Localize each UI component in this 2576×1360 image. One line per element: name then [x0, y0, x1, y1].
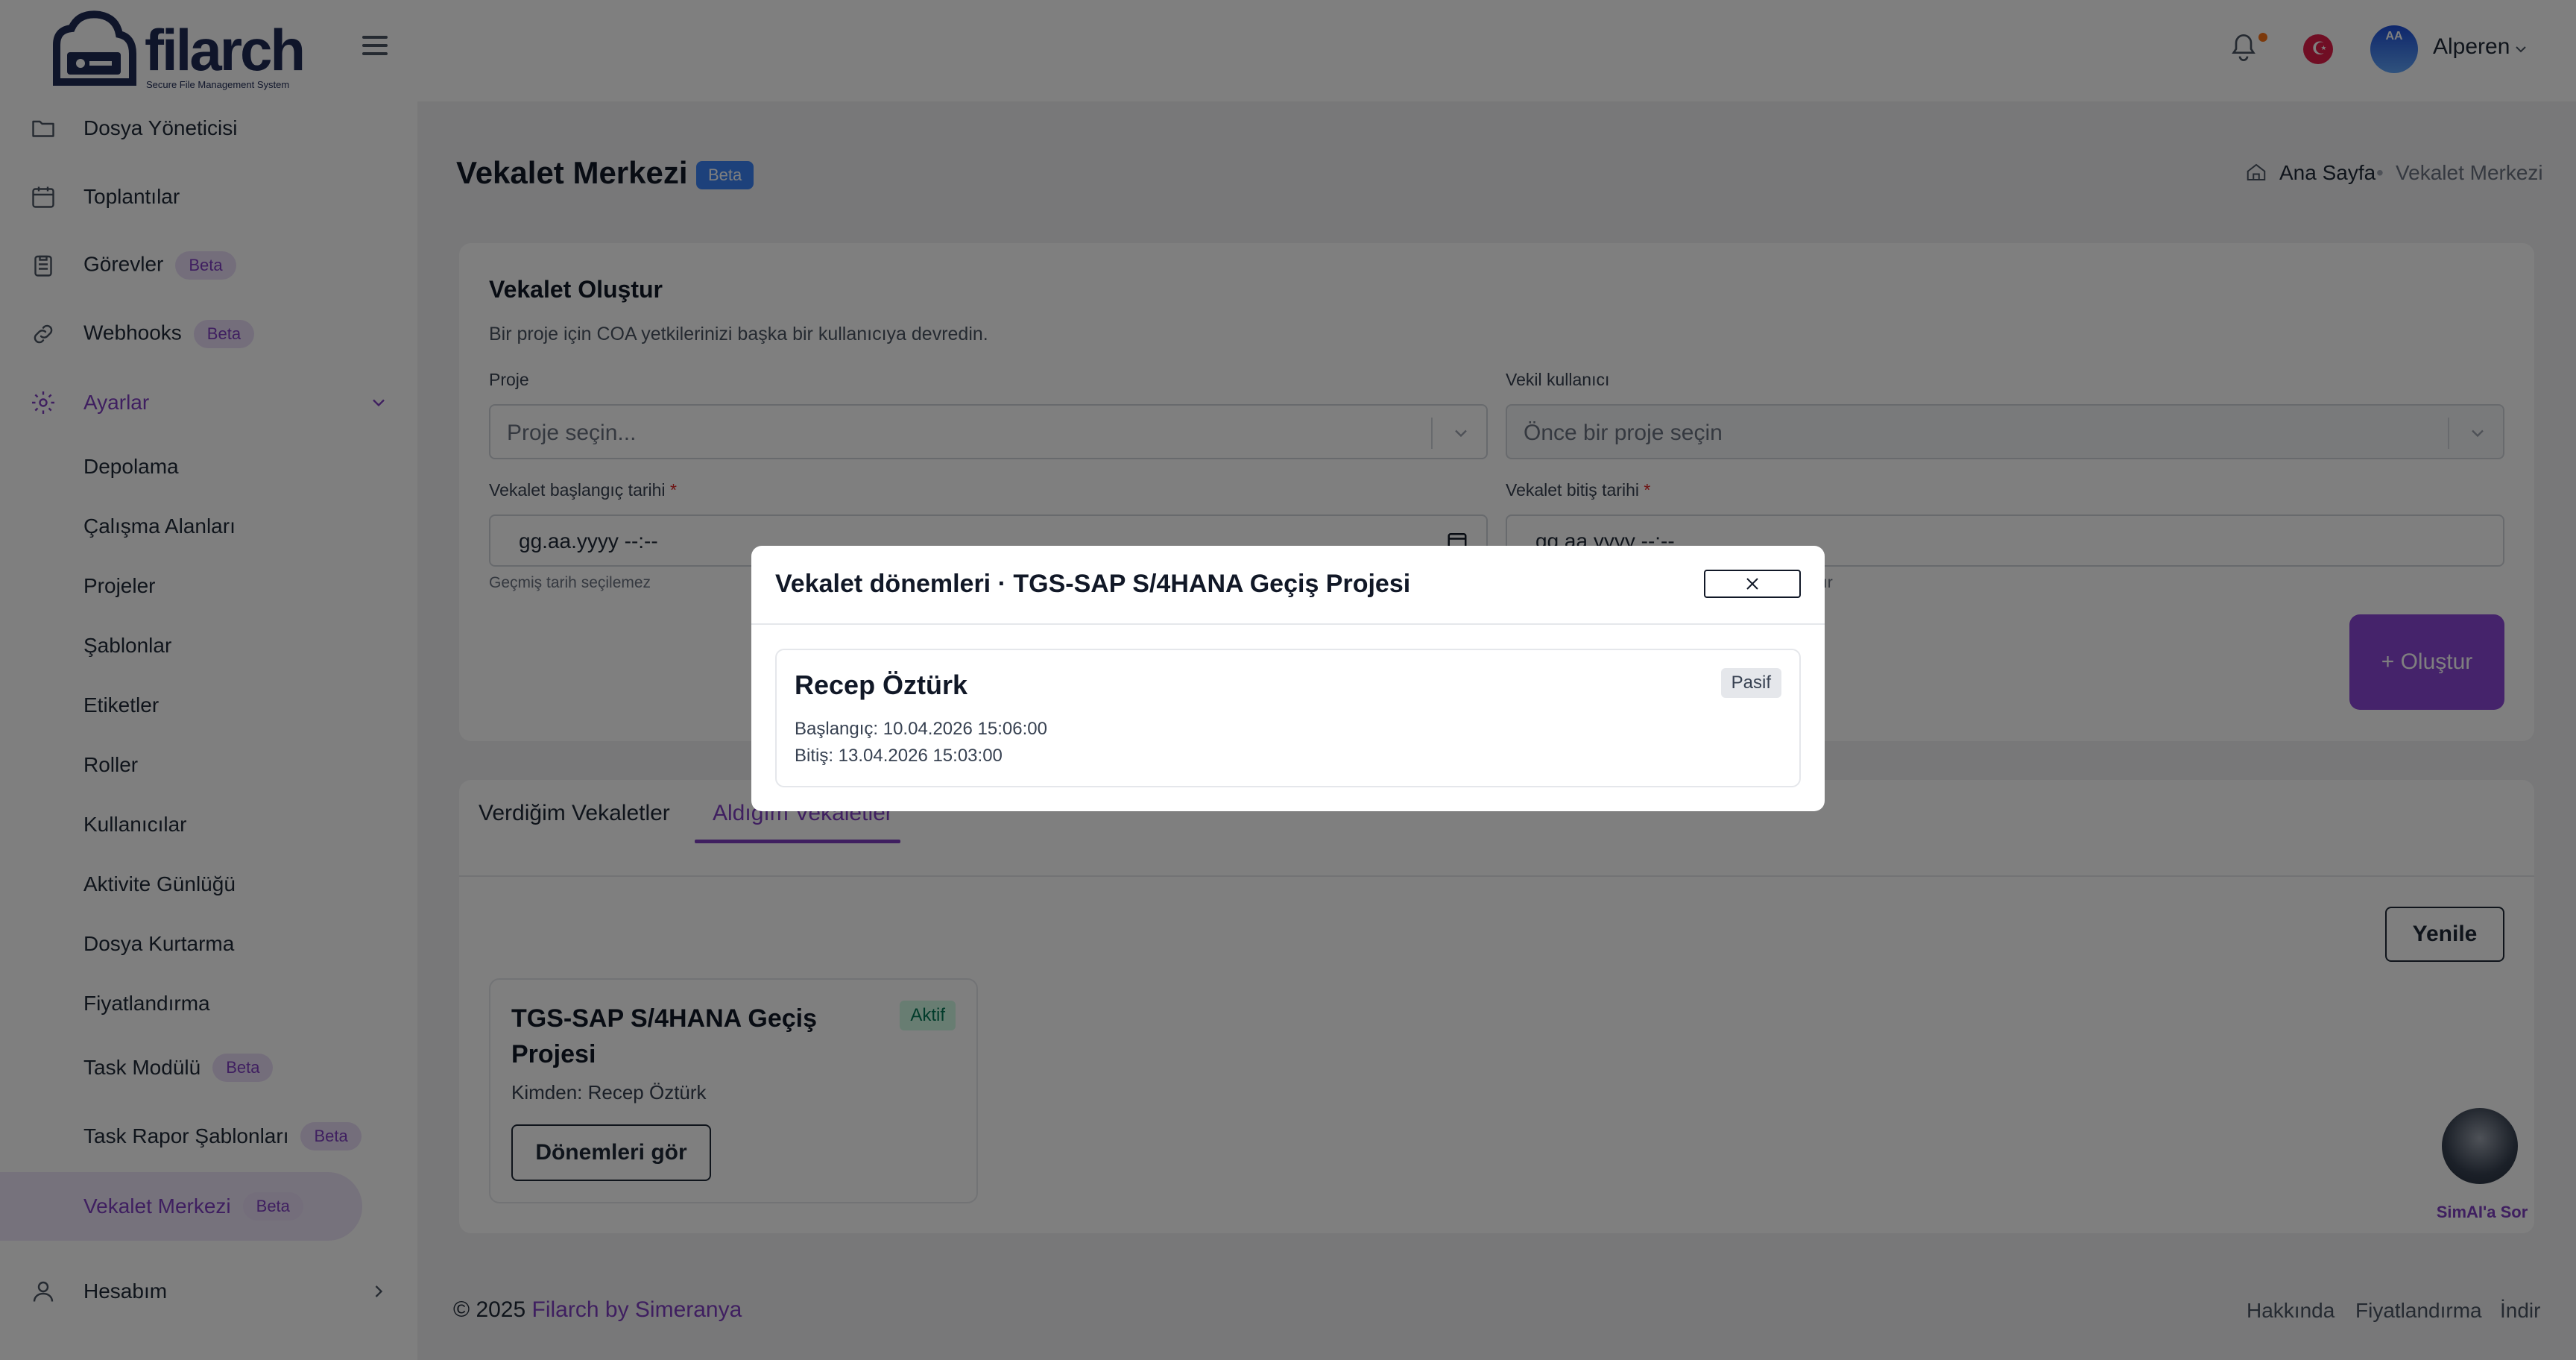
proxy-periods-modal: Vekalet dönemleri · TGS-SAP S/4HANA Geçi… [751, 546, 1825, 811]
close-button[interactable] [1704, 570, 1801, 598]
close-icon [1746, 578, 1758, 590]
status-badge: Pasif [1720, 668, 1781, 698]
modal-title: Vekalet dönemleri · TGS-SAP S/4HANA Geçi… [775, 570, 1411, 598]
period-grantor-name: Recep Öztürk [795, 670, 968, 700]
period-end: Bitiş: 13.04.2026 15:03:00 [795, 746, 1003, 766]
modal-divider [751, 623, 1825, 625]
period-start: Başlangıç: 10.04.2026 15:06:00 [795, 719, 1047, 739]
period-item: Recep Öztürk Pasif Başlangıç: 10.04.2026… [775, 649, 1801, 787]
